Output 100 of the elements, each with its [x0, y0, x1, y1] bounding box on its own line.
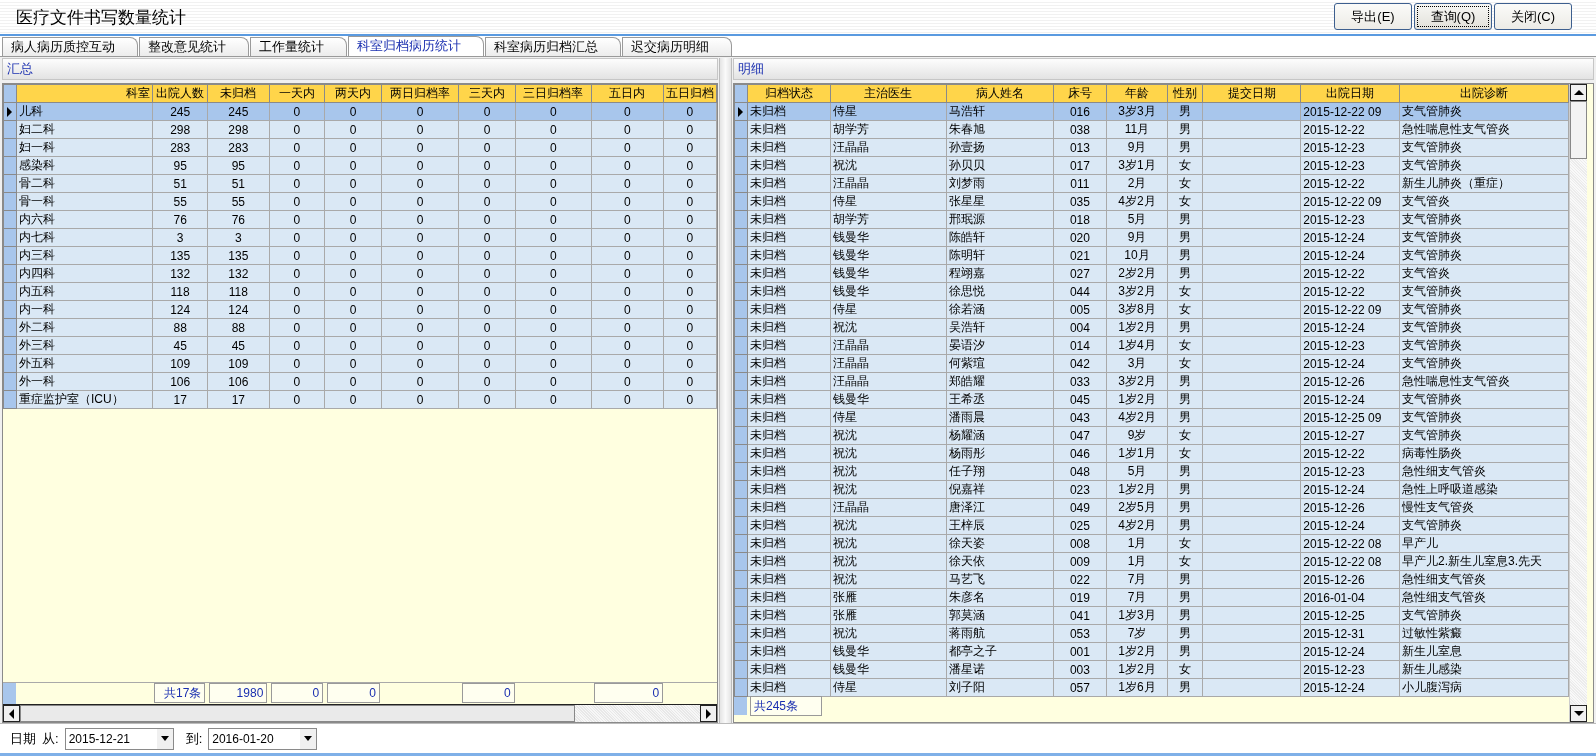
- column-header[interactable]: 病人姓名: [946, 84, 1054, 103]
- table-cell: 1岁2月: [1106, 318, 1168, 337]
- column-header[interactable]: 出院诊断: [1399, 84, 1569, 103]
- table-cell: 祝沈: [830, 552, 947, 571]
- table-cell: 朱彦名: [946, 588, 1054, 607]
- table-cell: 0: [269, 246, 325, 265]
- table-cell: 109: [152, 354, 208, 373]
- total-field: 0: [271, 683, 324, 704]
- table-cell: 晏语汐: [946, 336, 1054, 355]
- table-cell: 女: [1167, 444, 1203, 463]
- tab[interactable]: 病人病历质控互动: [2, 37, 138, 56]
- panel-title: 汇总: [7, 60, 33, 78]
- record-count: 共245条: [750, 696, 822, 716]
- table-cell: 张星星: [946, 192, 1054, 211]
- table-cell: 2015-12-23: [1300, 138, 1400, 157]
- column-header[interactable]: 主治医生: [830, 84, 947, 103]
- scrollbar-thumb[interactable]: [1570, 101, 1587, 159]
- scroll-right-button[interactable]: [700, 705, 717, 722]
- column-header[interactable]: 科室: [16, 84, 153, 103]
- table-cell: 0: [515, 300, 592, 319]
- table-cell: 0: [381, 102, 459, 121]
- column-header[interactable]: 床号: [1053, 84, 1107, 103]
- table-cell: 1岁3月: [1106, 606, 1168, 625]
- table-cell: 内四科: [16, 264, 153, 283]
- table-cell: 胡学芳: [830, 120, 947, 139]
- table-cell: 0: [269, 120, 325, 139]
- column-header[interactable]: 年龄: [1106, 84, 1168, 103]
- column-header[interactable]: 两天内: [324, 84, 382, 103]
- column-header[interactable]: 性别: [1167, 84, 1203, 103]
- table-cell: 祝沈: [830, 426, 947, 445]
- table-cell: 妇一科: [16, 138, 153, 157]
- column-header[interactable]: 三日归档率: [515, 84, 592, 103]
- toolbar-button[interactable]: 导出(E): [1334, 3, 1412, 30]
- table-cell: 未归档: [747, 642, 831, 661]
- table-cell: 未归档: [747, 318, 831, 337]
- table-cell: 042: [1053, 354, 1107, 373]
- scrollbar-thumb[interactable]: [20, 705, 575, 722]
- horizontal-scrollbar[interactable]: [3, 704, 717, 722]
- table-cell: 2015-12-22 08: [1300, 552, 1400, 571]
- table-cell: 0: [515, 156, 592, 175]
- table-cell: 0: [663, 390, 717, 409]
- table-cell: 2015-12-22: [1300, 282, 1400, 301]
- toolbar-button[interactable]: 查询(Q): [1414, 3, 1492, 30]
- column-header[interactable]: 两日归档率: [381, 84, 459, 103]
- table-cell: 支气管肺炎: [1399, 408, 1569, 427]
- table-cell: 0: [663, 354, 717, 373]
- tab[interactable]: 工作量统计: [250, 37, 347, 56]
- scroll-down-button[interactable]: [1570, 705, 1587, 722]
- table-cell: 2015-12-24: [1300, 354, 1400, 373]
- table-cell: 005: [1053, 300, 1107, 319]
- scroll-up-button[interactable]: [1570, 84, 1587, 101]
- column-header[interactable]: 五日内: [591, 84, 664, 103]
- column-header[interactable]: 出院日期: [1300, 84, 1400, 103]
- table-cell: 053: [1053, 624, 1107, 643]
- table-cell: 郑皓耀: [946, 372, 1054, 391]
- table-cell: 支气管肺炎: [1399, 210, 1569, 229]
- table-cell: 男: [1167, 606, 1203, 625]
- table-cell: 男: [1167, 390, 1203, 409]
- column-header[interactable]: 归档状态: [747, 84, 831, 103]
- table-cell: 0: [663, 282, 717, 301]
- column-header[interactable]: 五日归档: [663, 84, 717, 103]
- table-cell: 76: [207, 210, 270, 229]
- table-cell: 10月: [1106, 246, 1168, 265]
- table-cell: 侍星: [830, 102, 947, 121]
- table-cell: 033: [1053, 372, 1107, 391]
- table-cell: 7岁: [1106, 624, 1168, 643]
- table-cell: 未归档: [747, 354, 831, 373]
- table-cell: 2015-12-23: [1300, 462, 1400, 481]
- table-cell: 4岁2月: [1106, 192, 1168, 211]
- column-header[interactable]: 三天内: [458, 84, 516, 103]
- table-cell: 1月: [1106, 534, 1168, 553]
- table-cell: 0: [458, 102, 516, 121]
- table-cell: 0: [663, 228, 717, 247]
- table-cell: 003: [1053, 660, 1107, 679]
- table-cell: 0: [458, 120, 516, 139]
- table-cell: 支气管肺炎: [1399, 282, 1569, 301]
- table-cell: 唐泽江: [946, 498, 1054, 517]
- table-cell: 杨雨彤: [946, 444, 1054, 463]
- table-cell: 245: [152, 102, 208, 121]
- vertical-scrollbar[interactable]: [1569, 84, 1587, 722]
- table-cell: 支气管肺炎: [1399, 138, 1569, 157]
- tab[interactable]: 整改意见统计: [139, 37, 249, 56]
- table-cell: 支气管肺炎: [1399, 156, 1569, 175]
- table-cell: 都亭之子: [946, 642, 1054, 661]
- column-header[interactable]: 一天内: [269, 84, 325, 103]
- scroll-left-button[interactable]: [3, 705, 20, 722]
- table-cell: 外五科: [16, 354, 153, 373]
- tab[interactable]: 科室病历归档汇总: [485, 37, 621, 56]
- table-cell: 未归档: [747, 480, 831, 499]
- table-cell: 0: [515, 120, 592, 139]
- column-header[interactable]: 提交日期: [1202, 84, 1301, 103]
- tab[interactable]: 科室归档病历统计: [348, 36, 484, 56]
- table-cell: 1岁2月: [1106, 480, 1168, 499]
- table-cell: 倪嘉祥: [946, 480, 1054, 499]
- tab[interactable]: 迟交病历明细: [622, 37, 732, 56]
- column-header[interactable]: 出院人数: [152, 84, 208, 103]
- toolbar-button[interactable]: 关闭(C): [1494, 3, 1572, 30]
- table-cell: 106: [207, 372, 270, 391]
- column-header[interactable]: 未归档: [207, 84, 270, 103]
- table-cell: 55: [207, 192, 270, 211]
